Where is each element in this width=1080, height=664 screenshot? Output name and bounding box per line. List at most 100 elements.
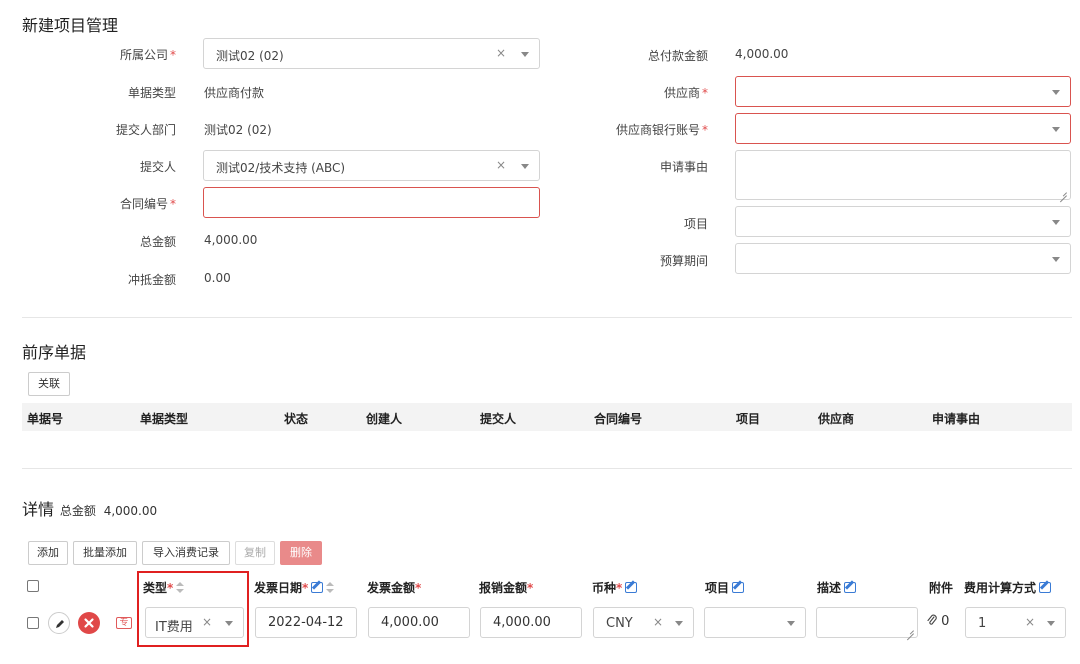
doc-type-label: 单据类型 (127, 86, 176, 100)
currency-value: CNY (606, 616, 633, 631)
required-star: * (302, 581, 309, 595)
dept-value: 测试02 (02) (204, 123, 272, 137)
column-header-label: 费用计算方式 (964, 581, 1037, 595)
column-header-calc-method[interactable]: 费用计算方式 (964, 579, 1052, 596)
invoice-amount-input[interactable]: 4,000.00 (368, 607, 470, 638)
column-header: 供应商 (818, 412, 855, 426)
pencil-icon (56, 620, 64, 628)
budget-period-select[interactable] (735, 243, 1071, 274)
chevron-down-icon[interactable] (675, 621, 683, 626)
invoice-amount-value: 4,000.00 (381, 615, 439, 630)
edit-icon[interactable] (732, 582, 745, 593)
column-header: 项目 (736, 412, 761, 426)
column-header-currency[interactable]: 币种* (592, 579, 638, 596)
edit-icon[interactable] (625, 582, 638, 593)
remove-row-button[interactable] (78, 612, 100, 634)
chevron-down-icon[interactable] (521, 164, 529, 169)
description-textarea[interactable] (816, 607, 918, 638)
company-value: 测试02 (02) (216, 49, 284, 63)
column-header: 申请事由 (932, 412, 981, 426)
contract-input[interactable] (203, 187, 540, 218)
required-star: * (415, 581, 422, 595)
chevron-down-icon[interactable] (1047, 621, 1055, 626)
divider (22, 317, 1072, 318)
column-header-invoice-amount: 发票金额* (367, 579, 421, 596)
details-total-value: 4,000.00 (103, 504, 158, 518)
chevron-down-icon[interactable] (1052, 220, 1060, 225)
column-header: 合同编号 (594, 412, 643, 426)
total-value: 4,000.00 (204, 233, 258, 247)
submitter-select[interactable]: 测试02/技术支持 (ABC) × (203, 150, 540, 181)
add-button[interactable]: 添加 (28, 541, 68, 565)
reason-textarea[interactable] (735, 150, 1071, 200)
chevron-down-icon[interactable] (521, 52, 529, 57)
resize-handle-icon[interactable] (1060, 189, 1067, 196)
chevron-down-icon[interactable] (1052, 127, 1060, 132)
edit-row-button[interactable] (48, 612, 70, 634)
project-label: 项目 (683, 217, 708, 231)
column-header: 状态 (284, 412, 309, 426)
clear-icon[interactable]: × (496, 158, 506, 172)
sort-icon[interactable] (326, 582, 335, 593)
column-header: 单据类型 (140, 412, 189, 426)
copy-button[interactable]: 复制 (235, 541, 275, 565)
edit-icon[interactable] (311, 582, 324, 593)
offset-label: 冲抵金额 (127, 273, 176, 287)
supplier-select[interactable] (735, 76, 1071, 107)
chevron-down-icon[interactable] (1052, 257, 1060, 262)
column-header-attachment: 附件 (929, 581, 954, 595)
divider (22, 468, 1072, 469)
delete-button[interactable]: 删除 (280, 541, 322, 565)
total-label: 总金额 (139, 235, 176, 249)
details-total-label: 总金额 (59, 504, 96, 518)
special-invoice-stamp-icon: 专 (116, 617, 132, 629)
column-header-label: 发票金额 (367, 581, 416, 595)
row-checkbox[interactable] (27, 617, 39, 629)
clear-icon[interactable]: × (653, 615, 663, 629)
calc-method-value: 1 (978, 616, 987, 631)
reason-label: 申请事由 (659, 160, 708, 174)
bank-account-select[interactable] (735, 113, 1071, 144)
currency-select[interactable]: CNY × (593, 607, 694, 638)
page-title: 新建项目管理 (22, 16, 119, 35)
column-header-description[interactable]: 描述 (817, 579, 857, 596)
chevron-down-icon[interactable] (1052, 90, 1060, 95)
invoice-date-value: 2022-04-12 (268, 615, 344, 630)
chevron-down-icon[interactable] (787, 621, 795, 626)
edit-icon[interactable] (1039, 582, 1052, 593)
column-header-label: 描述 (817, 581, 842, 595)
import-records-button[interactable]: 导入消费记录 (142, 541, 230, 565)
resize-handle-icon[interactable] (907, 627, 914, 634)
column-header-label: 项目 (705, 581, 730, 595)
prev-docs-title: 前序单据 (22, 343, 87, 362)
column-header-invoice-date[interactable]: 发票日期* (254, 579, 335, 596)
company-select[interactable]: 测试02 (02) × (203, 38, 540, 69)
pay-total-label: 总付款金额 (647, 49, 708, 63)
calc-method-select[interactable]: 1 × (965, 607, 1066, 638)
contract-label: 合同编号 (16, 195, 176, 212)
details-header: 详情 总金额 4,000.00 (22, 496, 157, 520)
row-project-select[interactable] (704, 607, 806, 638)
clear-icon[interactable]: × (1025, 615, 1035, 629)
budget-label: 预算期间 (659, 254, 708, 268)
select-all-checkbox[interactable] (27, 580, 39, 592)
reimburse-amount-input[interactable]: 4,000.00 (480, 607, 582, 638)
offset-value: 0.00 (204, 271, 231, 285)
required-star: * (616, 581, 623, 595)
column-header-label: 发票日期 (254, 581, 303, 595)
prev-docs-header: 单据号 单据类型 状态 创建人 提交人 合同编号 项目 供应商 申请事由 (22, 403, 1072, 431)
batch-add-button[interactable]: 批量添加 (73, 541, 137, 565)
paperclip-icon (927, 614, 937, 625)
edit-icon[interactable] (844, 582, 857, 593)
clear-icon[interactable]: × (496, 46, 506, 60)
reimburse-amount-value: 4,000.00 (493, 615, 551, 630)
column-header-label: 币种 (592, 581, 617, 595)
invoice-date-input[interactable]: 2022-04-12 (255, 607, 357, 638)
project-select[interactable] (735, 206, 1071, 237)
submitter-value: 测试02/技术支持 (ABC) (216, 161, 346, 175)
column-header-project[interactable]: 项目 (705, 579, 745, 596)
link-button[interactable]: 关联 (28, 372, 70, 396)
dept-label: 提交人部门 (115, 123, 176, 137)
company-label: 所属公司 (16, 46, 176, 63)
attachment-cell[interactable]: 0 (927, 614, 949, 629)
